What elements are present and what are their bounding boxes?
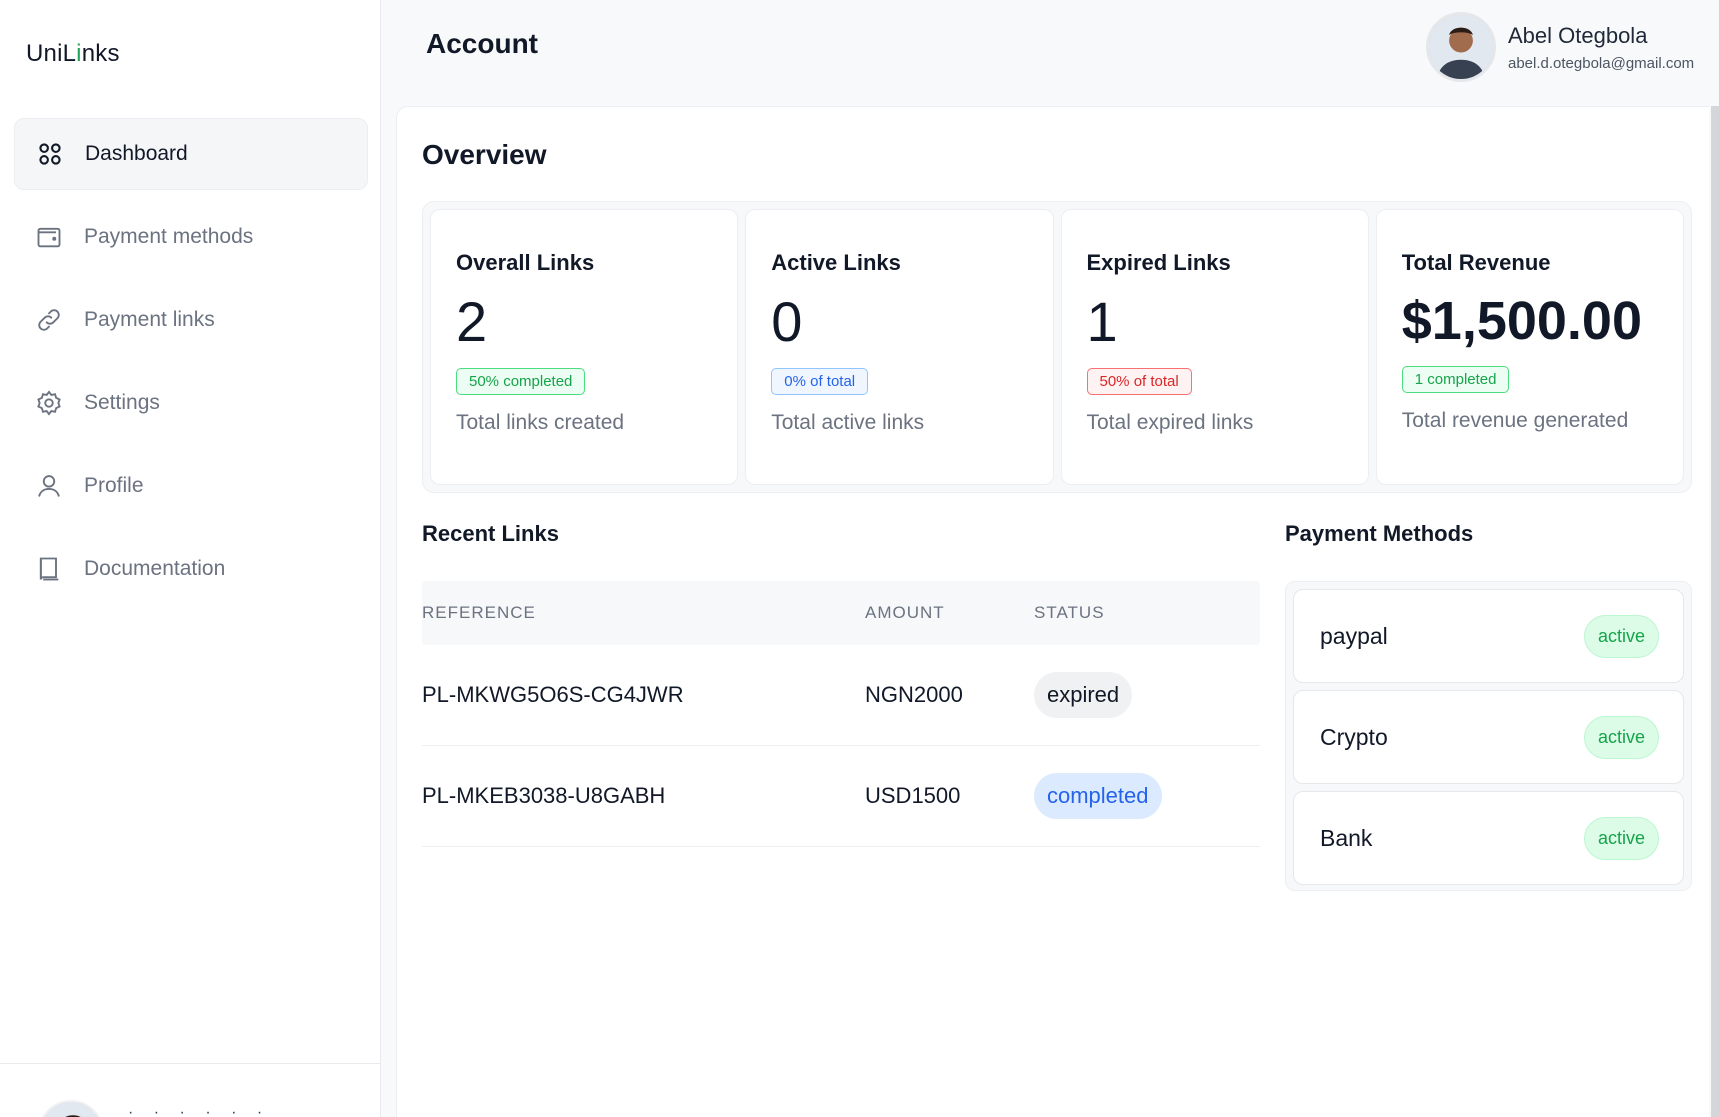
payment-method-crypto[interactable]: Crypto active — [1293, 690, 1684, 784]
table-header: REFERENCE AMOUNT STATUS — [422, 581, 1260, 645]
stat-pill: 1 completed — [1401, 366, 1510, 393]
stat-title: Active Links — [771, 250, 901, 275]
link-amount: NGN2000 — [865, 682, 963, 707]
sidebar-item-label: Documentation — [84, 557, 226, 580]
sidebar-item-dashboard[interactable]: Dashboard — [14, 118, 368, 190]
payment-method-name: paypal — [1320, 622, 1388, 649]
user-icon — [34, 471, 64, 501]
table-row[interactable]: PL-MKEB3038-U8GABH USD1500 completed — [422, 746, 1260, 847]
sidebar-item-documentation[interactable]: Documentation — [14, 533, 368, 605]
sidebar-item-settings[interactable]: Settings — [14, 367, 368, 439]
link-reference: PL-MKWG5O6S-CG4JWR — [422, 682, 684, 707]
stat-pill: 0% of total — [771, 368, 869, 395]
status-badge: active — [1583, 715, 1659, 759]
book-icon — [34, 554, 64, 584]
sidebar-item-label: Settings — [84, 391, 160, 414]
stat-pill: 50% of total — [1086, 368, 1192, 395]
link-amount: USD1500 — [865, 783, 961, 808]
sidebar: UniLinks Dashboard Payment methods Payme… — [0, 0, 381, 1117]
sidebar-item-profile[interactable]: Profile — [14, 450, 368, 522]
wallet-icon — [34, 222, 64, 252]
stat-value: $1,500.00 — [1401, 291, 1642, 351]
avatar[interactable] — [38, 1100, 104, 1117]
page-title: Account — [426, 28, 538, 59]
sidebar-item-payment-links[interactable]: Payment links — [14, 284, 368, 356]
status-badge: active — [1583, 816, 1659, 860]
sidebar-item-label: Payment methods — [84, 225, 254, 248]
sidebar-item-label: Dashboard — [85, 142, 188, 165]
payment-methods-title: Payment Methods — [1285, 521, 1474, 546]
gear-icon — [34, 388, 64, 418]
grid-icon — [35, 139, 65, 169]
stat-subtitle: Total revenue generated — [1401, 409, 1629, 432]
user-email: abel.d.otegbola@gmail.com — [1508, 54, 1695, 72]
column-header-reference: REFERENCE — [422, 603, 536, 622]
stat-card-total-revenue: Total Revenue $1,500.00 1 completed Tota… — [1375, 209, 1684, 485]
stat-card-overall-links: Overall Links 2 50% completed Total link… — [430, 209, 739, 485]
stat-card-active-links: Active Links 0 0% of total Total active … — [745, 209, 1054, 485]
user-name: Abel Otegbola — [1508, 22, 1648, 48]
avatar[interactable] — [1426, 12, 1496, 82]
status-badge: active — [1583, 614, 1659, 658]
sidebar-footer: · · · · · · — [0, 1063, 381, 1117]
stat-title: Expired Links — [1086, 250, 1231, 275]
payment-methods-list: paypal active Crypto active Bank active — [1285, 581, 1692, 891]
app-logo[interactable]: UniLinks — [26, 40, 120, 68]
sidebar-nav: Dashboard Payment methods Payment links … — [14, 118, 368, 616]
status-badge: completed — [1034, 773, 1162, 819]
status-badge: expired — [1034, 672, 1133, 718]
sidebar-item-payment-methods[interactable]: Payment methods — [14, 201, 368, 273]
table-row[interactable]: PL-MKWG5O6S-CG4JWR NGN2000 expired — [422, 645, 1260, 746]
stat-subtitle: Total links created — [456, 411, 625, 434]
column-header-status: STATUS — [1034, 603, 1105, 622]
recent-links-table: REFERENCE AMOUNT STATUS PL-MKWG5O6S-CG4J… — [422, 581, 1260, 847]
stats-row: Overall Links 2 50% completed Total link… — [422, 201, 1692, 493]
link-reference: PL-MKEB3038-U8GABH — [422, 783, 666, 808]
sidebar-item-label: Payment links — [84, 308, 215, 331]
user-profile[interactable]: Abel Otegbola abel.d.otegbola@gmail.com — [1426, 12, 1694, 82]
stat-subtitle: Total active links — [771, 411, 925, 434]
payment-method-bank[interactable]: Bank active — [1293, 791, 1684, 885]
stat-title: Overall Links — [456, 250, 595, 275]
stat-pill: 50% completed — [456, 368, 586, 395]
stat-value: 0 — [771, 290, 803, 353]
link-icon — [34, 305, 64, 335]
payment-method-paypal[interactable]: paypal active — [1293, 589, 1684, 683]
stat-title: Total Revenue — [1401, 250, 1551, 275]
stat-subtitle: Total expired links — [1086, 411, 1254, 434]
stat-card-expired-links: Expired Links 1 50% of total Total expir… — [1060, 209, 1369, 485]
payment-method-name: Crypto — [1320, 723, 1388, 750]
recent-links-title: Recent Links — [422, 521, 559, 546]
stat-value: 2 — [456, 290, 488, 353]
vertical-scrollbar[interactable] — [1711, 106, 1719, 1117]
sidebar-footer-dots: · · · · · · — [128, 1104, 271, 1117]
sidebar-item-label: Profile — [84, 474, 144, 497]
stat-value: 1 — [1086, 290, 1118, 353]
payment-method-name: Bank — [1320, 824, 1373, 851]
column-header-amount: AMOUNT — [865, 603, 945, 622]
overview-title: Overview — [422, 139, 547, 170]
main-panel: Overview Overall Links 2 50% completed T… — [396, 106, 1709, 1117]
